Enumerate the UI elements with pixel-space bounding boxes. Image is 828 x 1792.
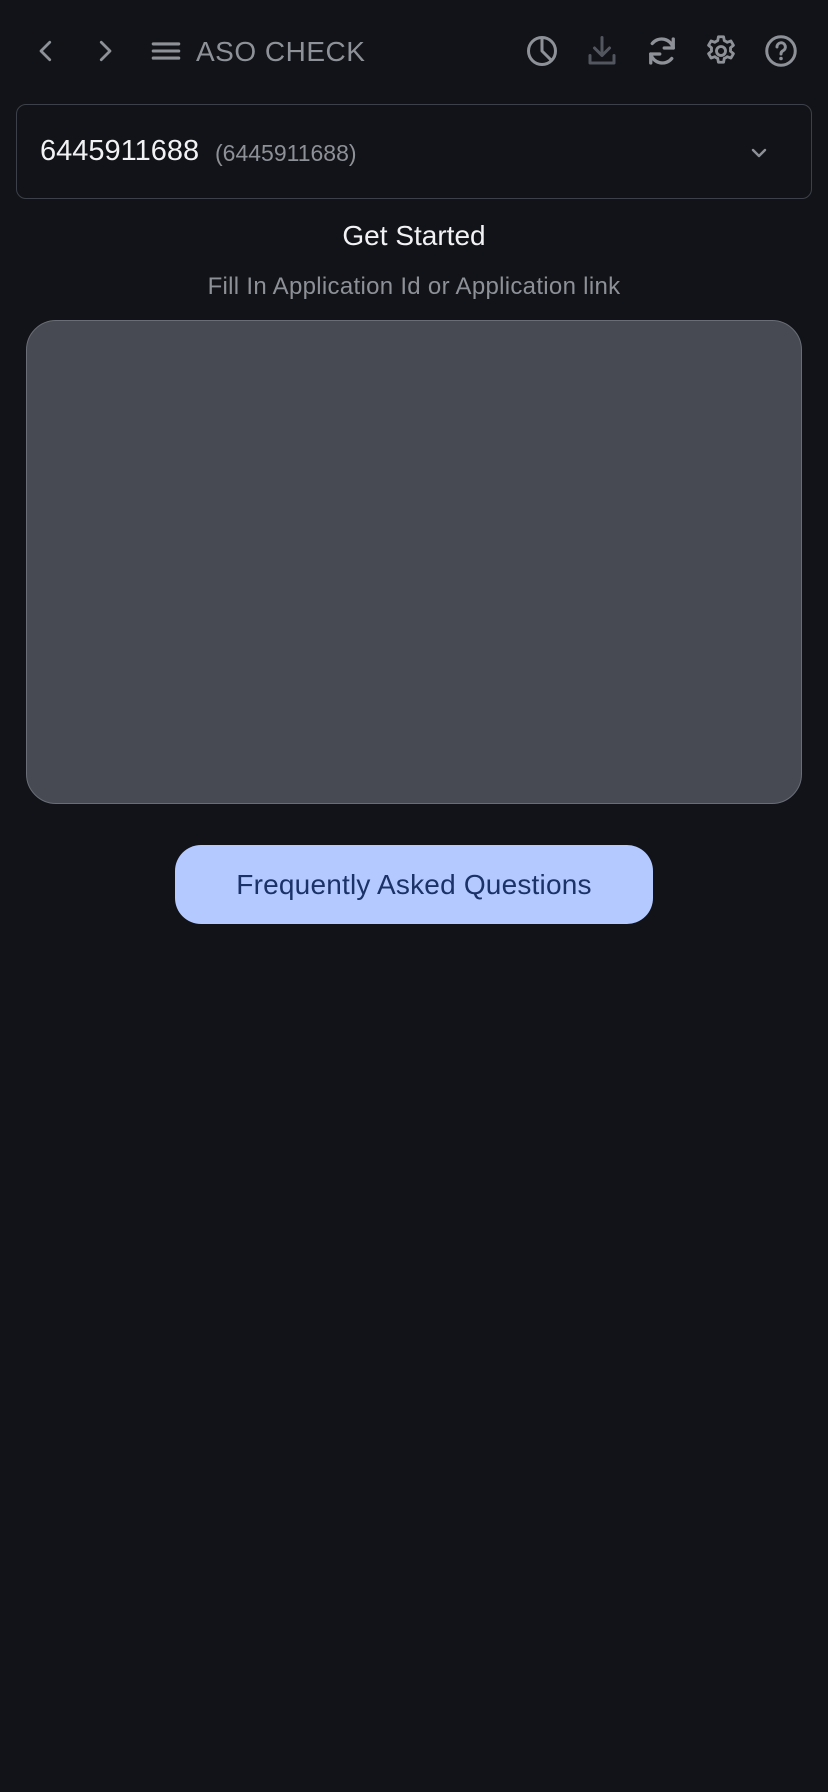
refresh-icon [649,37,675,65]
get-started-subheading: Fill In Application Id or Application li… [207,273,621,300]
chevron-right-icon [99,40,112,62]
application-id-input[interactable] [26,320,802,804]
menu-button[interactable] [144,29,188,73]
selector-app-id: 6445911688 [40,135,200,167]
refresh-button[interactable] [640,29,684,73]
app-title: ASO CHECK [196,36,366,67]
app-root: ASO CHECK 6445911688 (6445911688) Get St… [0,0,828,1792]
chevron-left-icon [39,40,52,62]
top-bar: ASO CHECK [0,0,828,104]
stats-button[interactable] [520,29,564,73]
pie-chart-icon [527,36,557,66]
gear-icon [707,35,735,64]
download-icon [588,36,616,65]
forward-button[interactable] [83,29,127,73]
help-button[interactable] [759,29,803,73]
menu-icon [151,42,181,60]
app-selector-dropdown[interactable]: 6445911688 (6445911688) [16,104,812,199]
selector-app-id-secondary: (6445911688) [215,140,357,166]
settings-button[interactable] [699,29,743,73]
help-circle-icon [765,35,797,67]
back-button[interactable] [24,29,68,73]
chevron-down-icon [751,148,767,158]
get-started-heading: Get Started [342,220,486,251]
faq-button[interactable]: Frequently Asked Questions [175,845,653,924]
download-button[interactable] [580,29,624,73]
